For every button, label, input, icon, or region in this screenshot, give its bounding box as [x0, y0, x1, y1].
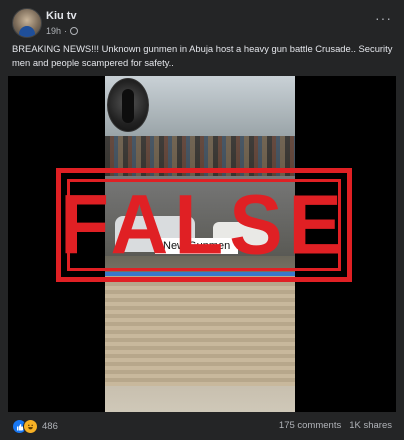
post-media[interactable]: New Gunmen FALSE	[8, 76, 396, 412]
meta-separator: ·	[64, 26, 68, 36]
author-name[interactable]: Kiu tv	[46, 10, 77, 22]
false-stamp: FALSE	[56, 168, 352, 282]
post-text: BREAKING NEWS!!! Unknown gunmen in Abuja…	[12, 43, 393, 68]
comments-count[interactable]: 175 comments	[279, 420, 341, 431]
post-footer: 486 175 comments 1K shares	[12, 418, 392, 436]
facebook-post: Kiu tv 19h · ··· BREAKING NEWS!!! Unknow…	[0, 0, 404, 440]
shares-count[interactable]: 1K shares	[349, 420, 392, 431]
more-options-icon[interactable]: ···	[375, 10, 392, 26]
haha-icon	[23, 419, 38, 434]
figure-thumbnail	[107, 78, 149, 132]
reaction-count: 486	[42, 421, 58, 432]
false-stamp-inner: FALSE	[60, 179, 342, 271]
engagement-counts: 175 comments 1K shares	[279, 420, 392, 431]
post-meta: 19h ·	[46, 26, 79, 36]
post-time[interactable]: 19h	[46, 26, 61, 36]
roof-awning	[105, 276, 295, 386]
author-avatar[interactable]	[12, 8, 42, 38]
post-header: Kiu tv 19h · ···	[12, 8, 392, 42]
reactions-summary[interactable]: 486	[12, 419, 58, 434]
false-stamp-text: FALSE	[60, 177, 348, 272]
globe-icon	[70, 27, 79, 35]
